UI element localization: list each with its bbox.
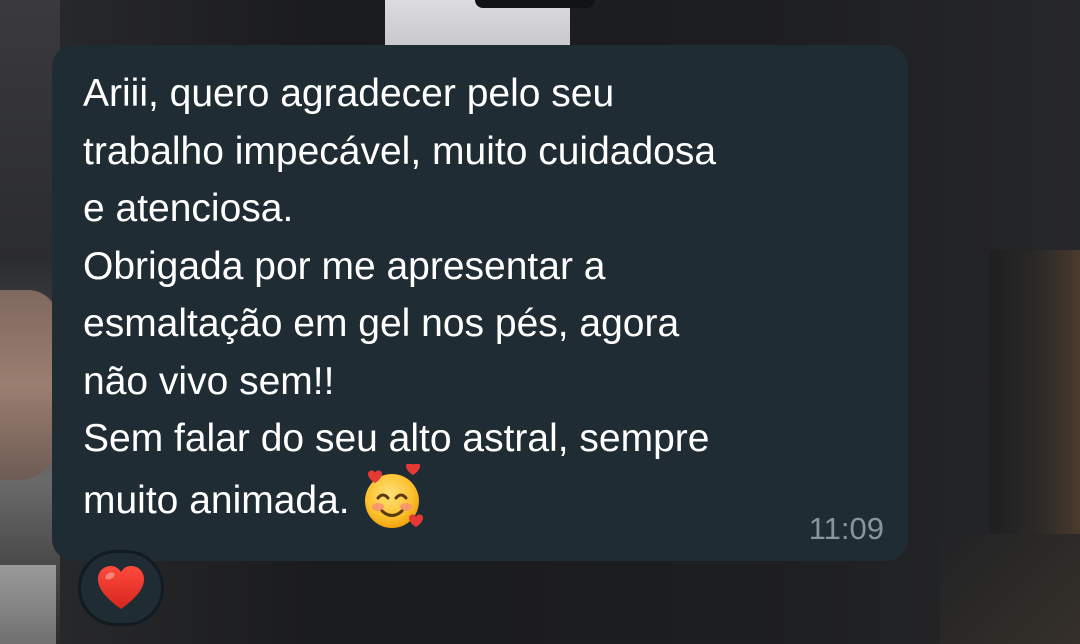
smiling-face-with-hearts-icon xyxy=(364,463,423,528)
wallpaper-bottom-left xyxy=(0,565,56,644)
message-timestamp: 11:09 xyxy=(808,511,884,546)
message-line: não vivo sem!! xyxy=(83,359,335,403)
message-line: Sem falar do seu alto astral, sempre xyxy=(83,417,710,460)
message-line-last: muito animada. xyxy=(83,463,428,528)
message-line: trabalho impecável, muito cuidadosa xyxy=(83,129,717,173)
wallpaper-hand xyxy=(0,290,58,480)
message-line: Obrigada por me apresentar a xyxy=(83,244,606,288)
message-line: e atenciosa. xyxy=(83,187,294,230)
reaction-badge[interactable] xyxy=(78,550,164,626)
message-line: esmaltação em gel nos pés, agora xyxy=(83,302,680,345)
wallpaper-notch xyxy=(475,0,595,8)
red-heart-icon xyxy=(98,566,144,609)
message-line: Ariii, quero agradecer pelo seu xyxy=(83,72,615,115)
message-text: Ariii, quero agradecer pelo seu trabalho… xyxy=(83,65,883,538)
message-bubble[interactable]: Ariii, quero agradecer pelo seu trabalho… xyxy=(52,45,908,561)
message-line: muito animada. xyxy=(83,478,350,522)
wallpaper-bottom-right xyxy=(940,534,1080,644)
